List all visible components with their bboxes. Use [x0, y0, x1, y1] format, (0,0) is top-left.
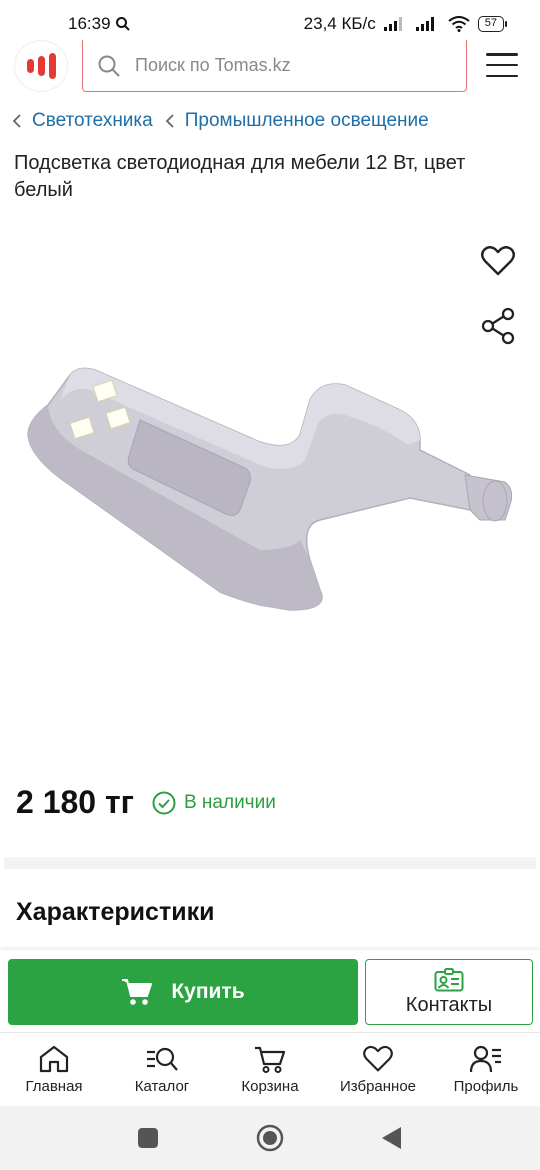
breadcrumb-label[interactable]: Промышленное освещение [185, 110, 429, 132]
back-icon[interactable] [381, 1126, 403, 1150]
characteristics-title[interactable]: Характеристики [16, 898, 214, 927]
breadcrumb-label[interactable]: Светотехника [32, 110, 153, 132]
share-icon[interactable] [480, 307, 516, 345]
status-right: 23,4 КБ/с 57 [303, 14, 508, 34]
contact-card-icon [434, 967, 464, 991]
nav-label: Каталог [134, 1077, 190, 1095]
nav-label: Профиль [453, 1077, 519, 1095]
system-nav-bar [0, 1106, 540, 1170]
search-input[interactable]: Поиск по Tomas.kz [82, 40, 467, 92]
profile-icon [470, 1045, 501, 1072]
nav-cart[interactable]: Корзина [220, 1045, 320, 1095]
network-speed: 23,4 КБ/с [303, 14, 376, 33]
section-divider [4, 857, 536, 869]
search-icon [98, 55, 120, 77]
product-image[interactable] [0, 220, 540, 760]
breadcrumb-item[interactable]: Светотехника [12, 110, 153, 132]
price-row: 2 180 тг В наличии [16, 784, 276, 821]
nav-label: Главная [25, 1077, 83, 1095]
cart-icon [255, 1046, 286, 1073]
nav-home[interactable]: Главная [4, 1045, 104, 1095]
chevron-left-icon [12, 114, 21, 128]
site-logo[interactable] [14, 40, 68, 92]
bottom-nav: Главная Каталог Корзина Избранное Профил… [0, 1032, 540, 1106]
product-title: Подсветка светодиодная для мебели 12 Вт,… [14, 152, 466, 201]
home-icon [39, 1045, 69, 1072]
nav-label: Избранное [339, 1077, 417, 1095]
search-placeholder: Поиск по Tomas.kz [135, 55, 291, 75]
breadcrumb: Светотехника Промышленное освещение [12, 110, 441, 132]
check-circle-icon [152, 791, 176, 814]
wifi-icon [448, 16, 470, 32]
search-status-icon [115, 17, 130, 31]
heart-icon[interactable] [480, 243, 516, 279]
heart-icon [363, 1045, 393, 1071]
nav-profile[interactable]: Профиль [436, 1045, 536, 1095]
battery-indicator: 57 [477, 16, 508, 32]
contacts-button[interactable]: Контакты [365, 959, 533, 1025]
status-time: 16:39 [68, 14, 111, 33]
buy-label: Купить [171, 980, 245, 1003]
home-button-icon[interactable] [255, 1123, 285, 1153]
contacts-label: Контакты [405, 993, 493, 1016]
breadcrumb-item[interactable]: Промышленное освещение [165, 110, 429, 132]
action-bar: Купить Контакты [0, 950, 540, 1032]
stock-label: В наличии [183, 791, 276, 813]
buy-button[interactable]: Купить [8, 959, 358, 1025]
cart-icon [122, 979, 153, 1005]
header: Поиск по Tomas.kz [0, 40, 540, 96]
signal-icon-2 [415, 17, 434, 31]
hamburger-menu-icon[interactable] [486, 53, 518, 77]
chevron-left-icon [165, 114, 174, 128]
status-left: 16:39 [68, 14, 131, 34]
recent-apps-icon[interactable] [137, 1127, 159, 1149]
product-price: 2 180 тг [16, 784, 134, 820]
catalog-search-icon [147, 1047, 178, 1071]
nav-catalog[interactable]: Каталог [112, 1045, 212, 1095]
nav-favorites[interactable]: Избранное [328, 1045, 428, 1095]
signal-icon [383, 17, 402, 31]
stock-status: В наличии [152, 791, 276, 815]
nav-label: Корзина [241, 1077, 299, 1095]
